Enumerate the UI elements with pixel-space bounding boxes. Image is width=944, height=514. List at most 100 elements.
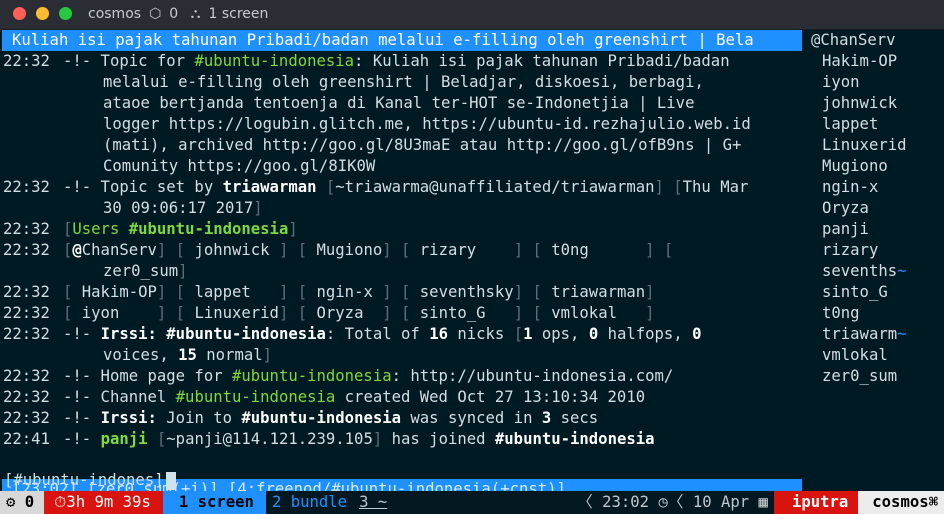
message-fragment: ops,	[532, 325, 589, 343]
message-fragment: [	[63, 283, 73, 301]
message-text: -!- panji [~panji@114.121.239.105] has j…	[63, 429, 800, 450]
message-line: logger https://logubin.glitch.me, https:…	[0, 114, 800, 135]
message-line: melalui e-filling oleh greenshirt | Bela…	[0, 72, 800, 93]
message-fragment: normal	[196, 346, 263, 364]
message-fragment: 30 09:06:17 2017	[103, 199, 254, 217]
close-button[interactable]	[13, 7, 26, 20]
nick-name: triawarm	[822, 325, 898, 343]
message-fragment: Irssi:	[100, 325, 157, 343]
message-fragment: (mati), archived http://goo.gl/8U3maE at…	[103, 136, 742, 154]
message-text: -!- Irssi: Join to #ubuntu-indonesia was…	[63, 408, 800, 429]
message-line: 22:32 -!- Topic set by triawarman [~triaw…	[0, 177, 800, 198]
nick-item[interactable]: Hakim-OP	[810, 51, 944, 72]
message-fragment: halfops,	[598, 325, 693, 343]
nick-item[interactable]: t0ng	[810, 303, 944, 324]
message-text: -!- Home page for #ubuntu-indonesia: htt…	[63, 366, 800, 387]
message-fragment: ]	[645, 304, 655, 322]
nick-item[interactable]: Mugiono	[810, 156, 944, 177]
nick-item[interactable]: panji	[810, 219, 944, 240]
message-line: 22:32 [@ChanServ] [ johnwick ] [ Mugiono]…	[0, 240, 800, 261]
timestamp: 22:32	[3, 304, 50, 322]
uptime-text: 3h 9m 39s	[66, 493, 151, 511]
tmux-window-1[interactable]: 1 screen	[162, 491, 266, 514]
nick-item[interactable]: vmlokal	[810, 345, 944, 366]
message-fragment: #ubuntu-indonesia	[494, 430, 655, 448]
message-fragment: Comunity https://goo.gl/8IK0W	[103, 157, 376, 175]
timestamp: 22:32	[3, 241, 50, 259]
message-line: 22:32 -!- Channel #ubuntu-indonesia creat…	[0, 387, 800, 408]
nick-item[interactable]: @ChanServ	[810, 30, 944, 51]
message-fragment: Hakim-OP	[72, 283, 157, 301]
timestamp: 22:32	[3, 367, 50, 385]
message-text: (mati), archived http://goo.gl/8U3maE at…	[0, 135, 800, 156]
tmux-window-2[interactable]: 2 bundle	[266, 491, 353, 514]
nick-item[interactable]: lappet	[810, 114, 944, 135]
message-fragment: Join to	[156, 409, 242, 427]
message-fragment: Linuxerid	[185, 304, 279, 322]
clock-face-icon: ◷〈	[658, 493, 684, 511]
message-fragment: lappet	[185, 283, 279, 301]
nick-item[interactable]: zer0_sum	[810, 366, 944, 387]
message-line: zer0_sum]	[0, 261, 800, 282]
window-titlebar: cosmos ⬡ 0 ⛬ 1 screen	[0, 0, 944, 30]
nick-item[interactable]: Linuxerid	[810, 135, 944, 156]
time-text: 23:02	[602, 493, 650, 511]
pane-divider	[805, 51, 806, 471]
message-fragment: voices,	[103, 346, 179, 364]
message-fragment: seventhsky	[410, 283, 514, 301]
message-fragment: -!- Home page for	[63, 367, 232, 385]
message-fragment: Irssi:	[100, 409, 157, 427]
tmux-window-3[interactable]: 3 ~	[353, 491, 393, 514]
branch-icon: ⛬	[190, 6, 201, 22]
message-fragment: ] [	[513, 241, 542, 259]
message-fragment: ]	[288, 220, 298, 238]
timestamp: 22:32	[3, 220, 50, 238]
message-text: Comunity https://goo.gl/8IK0W	[0, 156, 800, 177]
nick-item[interactable]: iyon	[810, 72, 944, 93]
truncation-marker: ~	[897, 262, 907, 280]
message-fragment: Oryza	[307, 304, 383, 322]
clock-icon: ⏱	[54, 493, 67, 511]
screen-label: 1 screen	[208, 6, 269, 22]
message-line: 22:32[ iyon ] [ Linuxerid] [ Oryza ] [ s…	[0, 303, 800, 324]
message-text: logger https://logubin.glitch.me, https:…	[0, 114, 800, 135]
message-fragment: was synced in	[401, 409, 542, 427]
timestamp: 22:32	[3, 283, 50, 301]
message-text: [@ChanServ] [ johnwick ] [ Mugiono] [ ri…	[63, 240, 800, 261]
message-line: (mati), archived http://goo.gl/8U3maE at…	[0, 135, 800, 156]
message-fragment: -!- Topic set by	[63, 178, 223, 196]
nick-item[interactable]: ngin-x	[810, 177, 944, 198]
message-fragment: secs	[551, 409, 599, 427]
minimize-button[interactable]	[36, 7, 49, 20]
input-line[interactable]: [#ubuntu-indones]	[0, 470, 176, 491]
zoom-button[interactable]	[59, 7, 72, 20]
session-number: 0	[24, 493, 35, 511]
message-text: [ Hakim-OP] [ lappet ] [ ngin-x ] [ seve…	[63, 282, 800, 303]
message-fragment: 15	[178, 346, 197, 364]
nick-item[interactable]: triawarm~	[810, 324, 944, 345]
nick-item[interactable]: rizary	[810, 240, 944, 261]
nick-item[interactable]: Oryza	[810, 198, 944, 219]
message-fragment: ]	[178, 262, 188, 280]
message-fragment: johnwick	[185, 241, 279, 259]
nick-item[interactable]: johnwick	[810, 93, 944, 114]
tmux-status-bar: ⚙ 0 ⏱3h 9m 39s 1 screen 2 bundle 3 ~ 〈 2…	[0, 491, 944, 514]
message-text: melalui e-filling oleh greenshirt | Bela…	[0, 72, 800, 93]
message-fragment: -!- Topic for	[63, 52, 195, 70]
timestamp: 22:32	[3, 388, 50, 406]
settings-icon: ⚙	[6, 493, 25, 511]
message-fragment: ]	[372, 430, 383, 448]
message-fragment: ] [	[278, 283, 308, 301]
message-fragment: Thu Mar	[682, 178, 749, 196]
topic-bar: Kuliah isi pajak tahunan Pribadi/badan m…	[2, 30, 802, 51]
user-segment: iputra	[773, 491, 859, 514]
nick-item[interactable]: sinto_G	[810, 282, 944, 303]
message-fragment: iyon	[72, 304, 157, 322]
truncation-marker: ~	[897, 325, 907, 343]
message-fragment: : http://ubuntu-indonesia.com/	[391, 367, 674, 385]
message-fragment: vmlokal	[541, 304, 646, 322]
tmux-session[interactable]: ⚙ 0	[0, 491, 45, 514]
nick-item[interactable]: sevenths~	[810, 261, 944, 282]
timestamp: 22:32	[3, 409, 50, 427]
badge-count: 0	[169, 6, 179, 22]
